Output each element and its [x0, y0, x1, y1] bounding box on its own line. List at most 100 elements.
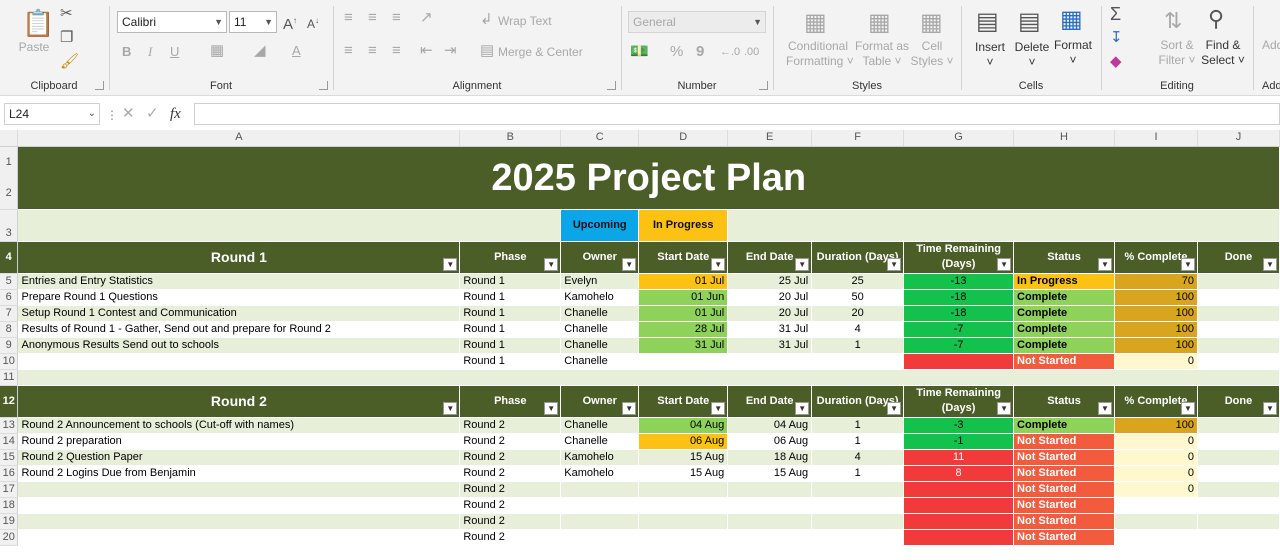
phase-cell[interactable]: Round 2 [459, 513, 562, 530]
status-cell[interactable]: Not Started [1013, 481, 1115, 498]
header-done[interactable]: Done ▼ [1197, 385, 1280, 418]
task-cell[interactable] [17, 353, 461, 370]
start-date-cell[interactable]: 01 Jul [638, 305, 729, 322]
column-header[interactable]: A [17, 130, 461, 147]
row-header[interactable]: 11 [0, 369, 19, 386]
status-cell[interactable]: Not Started [1013, 353, 1115, 370]
owner-cell[interactable]: Chanelle [560, 417, 640, 434]
duration-cell[interactable] [811, 497, 905, 514]
start-date-cell[interactable]: 15 Aug [638, 449, 729, 466]
row-header[interactable]: 12 [0, 385, 19, 418]
done-cell[interactable] [1197, 497, 1280, 514]
done-cell[interactable] [1197, 529, 1280, 546]
time-remaining-cell[interactable] [903, 481, 1015, 498]
time-remaining-cell[interactable]: 11 [903, 449, 1015, 466]
done-cell[interactable] [1197, 289, 1280, 306]
task-cell[interactable]: Round 2 Announcement to schools (Cut-off… [17, 417, 461, 434]
round2-header[interactable]: Round 2 ▼ [17, 385, 461, 418]
done-cell[interactable] [1197, 433, 1280, 450]
legend-upcoming[interactable]: Upcoming [560, 209, 640, 242]
merge-center-button[interactable]: Merge & Center [498, 45, 583, 60]
end-date-cell[interactable]: 18 Aug [727, 449, 813, 466]
align-left-icon[interactable]: ≡ [344, 43, 353, 59]
row-header[interactable]: 8 [0, 321, 19, 338]
owner-cell[interactable] [560, 529, 640, 546]
task-cell[interactable]: Entries and Entry Statistics [17, 273, 461, 290]
cell[interactable] [17, 369, 1280, 386]
percent-complete-cell[interactable]: 100 [1114, 321, 1198, 338]
end-date-cell[interactable]: 04 Aug [727, 417, 813, 434]
phase-cell[interactable]: Round 1 [459, 337, 562, 354]
cut-icon[interactable]: ✂ [60, 6, 73, 22]
duration-cell[interactable]: 25 [811, 273, 905, 290]
insert-icon[interactable]: ▤ [976, 8, 999, 36]
filter-button[interactable]: ▼ [1098, 401, 1112, 415]
row-header[interactable]: 18 [0, 497, 19, 514]
task-cell[interactable]: Round 2 preparation [17, 433, 461, 450]
done-cell[interactable] [1197, 513, 1280, 530]
merge-center-icon[interactable]: ▤ [480, 43, 494, 59]
time-remaining-cell[interactable]: -13 [903, 273, 1015, 290]
done-cell[interactable] [1197, 337, 1280, 354]
end-date-cell[interactable] [727, 481, 813, 498]
filter-button[interactable]: ▼ [443, 257, 458, 271]
duration-cell[interactable]: 50 [811, 289, 905, 306]
end-date-cell[interactable]: 20 Jul [727, 289, 813, 306]
start-date-cell[interactable]: 01 Jun [638, 289, 729, 306]
borders-icon[interactable]: ▦ [210, 43, 224, 59]
row-header[interactable]: 13 [0, 417, 19, 434]
start-date-cell[interactable]: 06 Aug [638, 433, 729, 450]
task-cell[interactable]: Anonymous Results Send out to schools [17, 337, 461, 354]
owner-cell[interactable] [560, 497, 640, 514]
align-center-icon[interactable]: ≡ [368, 43, 377, 59]
filter-button[interactable]: ▼ [887, 401, 902, 415]
sort-filter-icon[interactable]: ⇅ [1164, 8, 1182, 34]
task-cell[interactable] [17, 497, 461, 514]
round1-header[interactable]: Round 1 ▼ [17, 241, 461, 274]
duration-cell[interactable]: 1 [811, 465, 905, 482]
percent-complete-cell[interactable]: 100 [1114, 337, 1198, 354]
done-cell[interactable] [1197, 417, 1280, 434]
status-cell[interactable]: In Progress [1013, 273, 1115, 290]
filter-button[interactable]: ▼ [1098, 257, 1112, 271]
task-cell[interactable]: Round 2 Logins Due from Benjamin [17, 465, 461, 482]
addins-button[interactable]: Add [1262, 38, 1280, 53]
format-as-table-button[interactable]: Format as Table ˅ [854, 39, 910, 69]
bold-button[interactable]: B [122, 44, 131, 60]
time-remaining-cell[interactable]: -7 [903, 337, 1015, 354]
row-header[interactable]: 14 [0, 433, 19, 450]
sheet-title[interactable]: 2025 Project Plan [17, 146, 1280, 210]
percent-complete-cell[interactable]: 100 [1114, 289, 1198, 306]
header-percent-complete[interactable]: % Complete ▼ [1114, 385, 1198, 418]
header-time-remaining[interactable]: Time Remaining (Days) ▼ [903, 385, 1015, 418]
decrease-indent-icon[interactable]: ⇤ [420, 43, 433, 59]
owner-cell[interactable]: Chanelle [560, 305, 640, 322]
header-percent-complete[interactable]: % Complete ▼ [1114, 241, 1198, 274]
row-header[interactable]: 6 [0, 289, 19, 306]
format-painter-icon[interactable]: 🖌 [60, 54, 79, 70]
percent-button[interactable]: % [670, 44, 683, 60]
time-remaining-cell[interactable] [903, 497, 1015, 514]
clipboard-launcher[interactable] [95, 81, 104, 90]
start-date-cell[interactable]: 15 Aug [638, 465, 729, 482]
phase-cell[interactable]: Round 1 [459, 353, 562, 370]
percent-complete-cell[interactable]: 100 [1114, 305, 1198, 322]
status-cell[interactable]: Complete [1013, 337, 1115, 354]
align-bottom-icon[interactable]: ≡ [392, 10, 401, 26]
task-cell[interactable]: Setup Round 1 Contest and Communication [17, 305, 461, 322]
paste-button[interactable]: Paste [14, 40, 54, 55]
row-header[interactable]: 17 [0, 481, 19, 498]
find-select-icon[interactable]: ⚲ [1208, 6, 1224, 32]
done-cell[interactable] [1197, 273, 1280, 290]
align-top-icon[interactable]: ≡ [344, 10, 353, 26]
cell[interactable] [727, 209, 1280, 242]
task-cell[interactable] [17, 529, 461, 546]
duration-cell[interactable]: 4 [811, 449, 905, 466]
owner-cell[interactable]: Kamohelo [560, 465, 640, 482]
start-date-cell[interactable]: 28 Jul [638, 321, 729, 338]
end-date-cell[interactable]: 15 Aug [727, 465, 813, 482]
owner-cell[interactable]: Kamohelo [560, 289, 640, 306]
owner-cell[interactable]: Chanelle [560, 321, 640, 338]
enter-icon[interactable]: ✓ [146, 106, 159, 122]
status-cell[interactable]: Not Started [1013, 513, 1115, 530]
